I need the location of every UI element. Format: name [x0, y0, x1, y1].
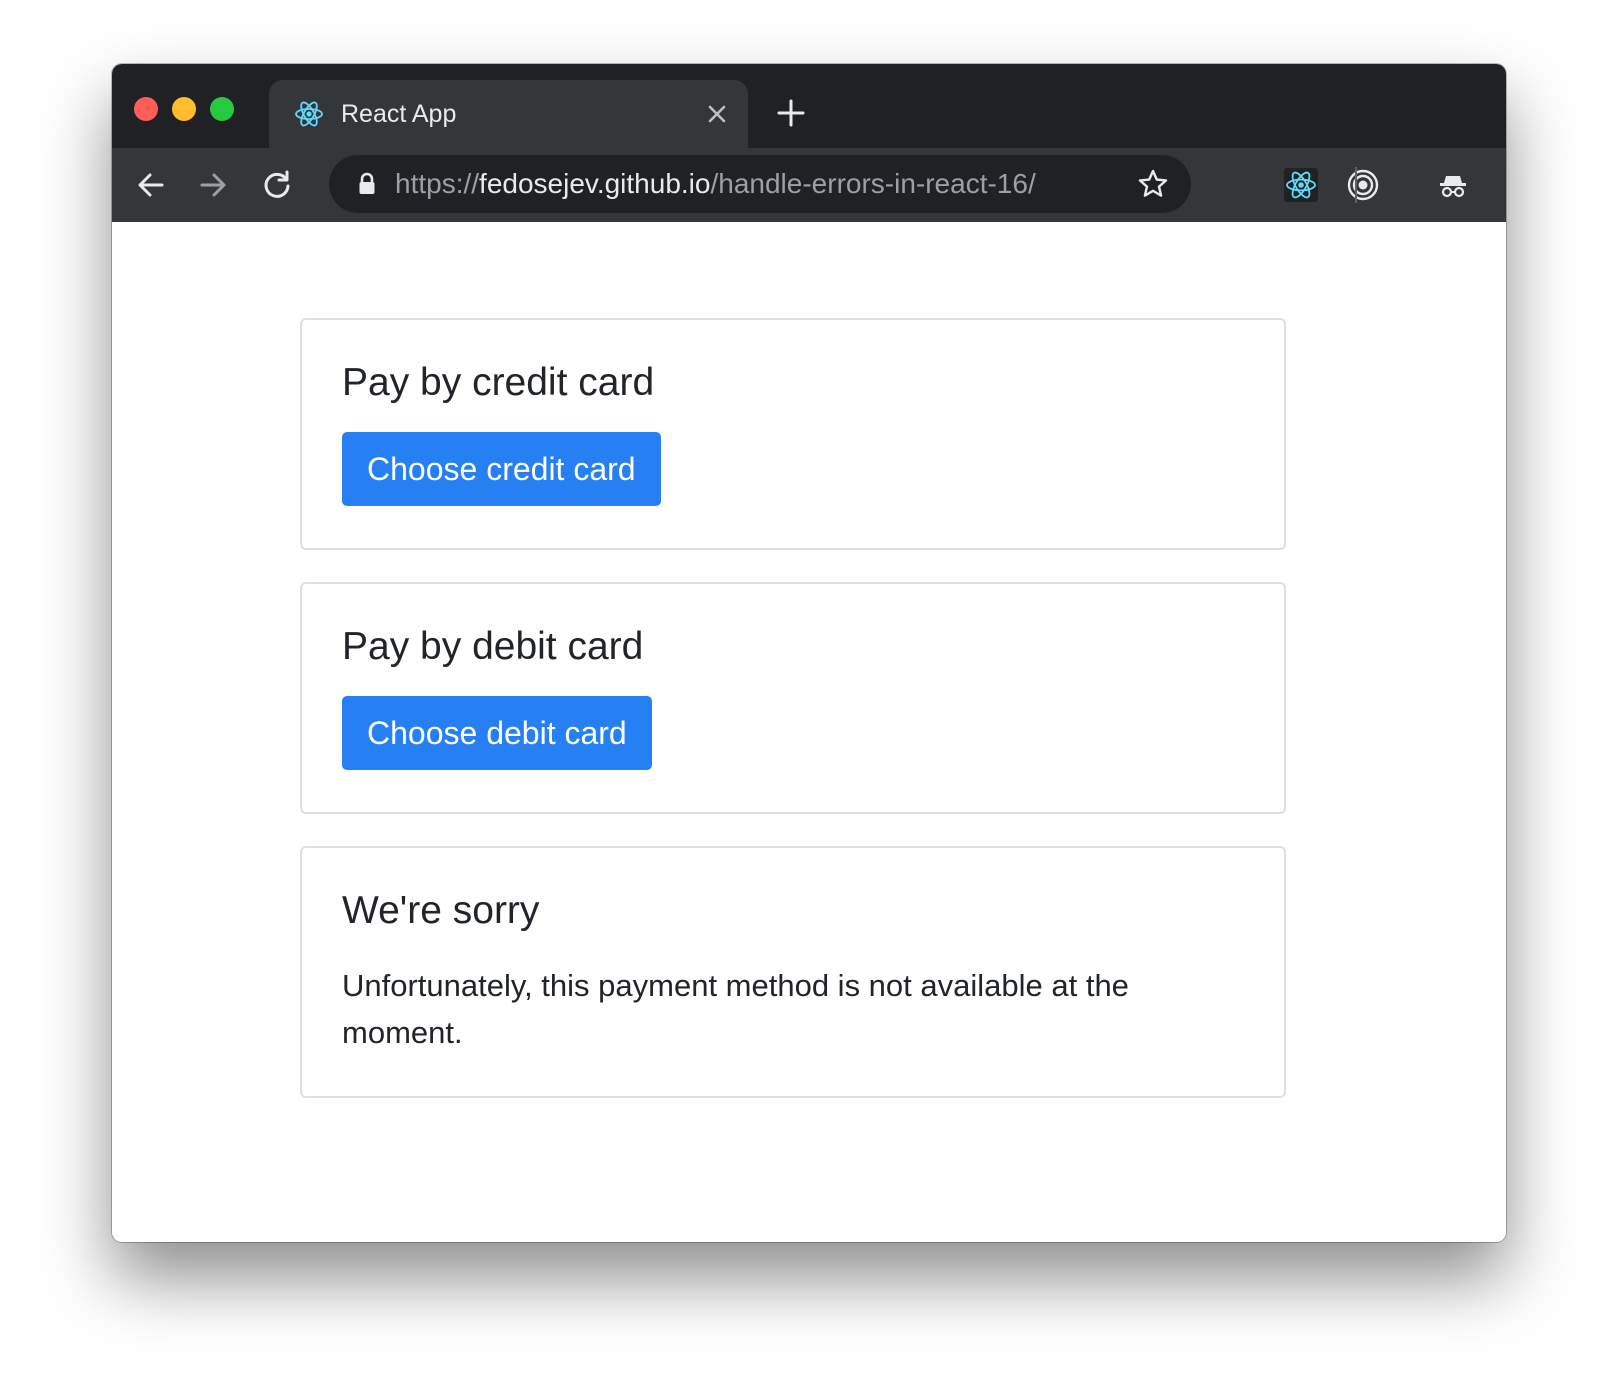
debit-card-panel: Pay by debit card Choose debit card — [300, 582, 1286, 814]
close-tab-icon[interactable] — [703, 100, 731, 128]
more-menu-icon[interactable] — [1498, 168, 1506, 202]
lock-icon — [359, 172, 375, 194]
close-window-button[interactable] — [134, 97, 158, 121]
address-bar[interactable]: https://fedosejev.github.io/handle-error… — [329, 155, 1191, 213]
new-tab-icon[interactable] — [776, 98, 806, 128]
react-devtools-extension-icon[interactable] — [1284, 168, 1318, 202]
error-heading: We're sorry — [342, 889, 540, 932]
url-text: https://fedosejev.github.io/handle-error… — [395, 155, 1036, 213]
minimize-window-button[interactable] — [172, 97, 196, 121]
url-scheme: https:// — [395, 168, 480, 199]
page-content: Pay by credit card Choose credit card Pa… — [112, 222, 1506, 1242]
url-host: fedosejev.github.io — [479, 168, 711, 199]
incognito-icon[interactable] — [1436, 168, 1470, 202]
bookmark-star-icon[interactable] — [1137, 168, 1169, 200]
toolbar-divider — [1355, 167, 1357, 203]
back-arrow-icon[interactable] — [134, 168, 168, 202]
title-bar: React App — [112, 64, 1506, 148]
forward-arrow-icon[interactable] — [196, 168, 230, 202]
error-message: Unfortunately, this payment method is no… — [342, 968, 1129, 1050]
tab-react-app[interactable]: React App — [269, 80, 748, 148]
choose-debit-card-button[interactable]: Choose debit card — [342, 696, 652, 770]
credit-card-heading: Pay by credit card — [342, 361, 655, 404]
error-message-panel: We're sorry Unfortunately, this payment … — [300, 846, 1286, 1098]
credit-card-panel: Pay by credit card Choose credit card — [300, 318, 1286, 550]
url-path: /handle-errors-in-react-16/ — [710, 168, 1036, 199]
zoom-window-button[interactable] — [210, 97, 234, 121]
browser-window: React App https://fedosejev.github.io/ha… — [112, 64, 1506, 1242]
choose-credit-card-button[interactable]: Choose credit card — [342, 432, 661, 506]
target-extension-icon[interactable] — [1346, 168, 1380, 202]
tab-title: React App — [341, 100, 457, 128]
reload-icon[interactable] — [260, 168, 294, 202]
react-atom-icon — [295, 101, 323, 127]
browser-toolbar: https://fedosejev.github.io/handle-error… — [112, 148, 1506, 222]
debit-card-heading: Pay by debit card — [342, 625, 644, 668]
